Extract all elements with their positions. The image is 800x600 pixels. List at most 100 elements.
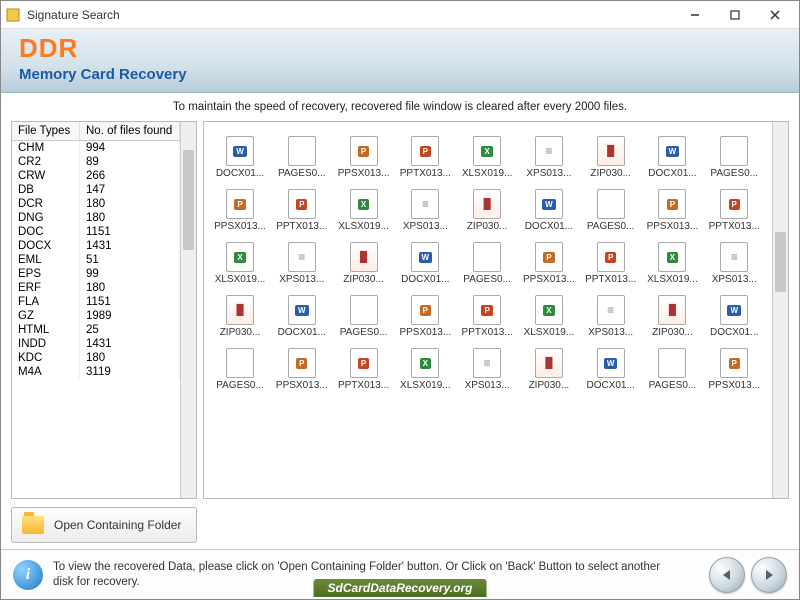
file-item[interactable]: PAGES0... [336,295,392,338]
table-row[interactable]: HTML25 [12,323,180,337]
file-item[interactable]: XLSX019... [644,242,700,285]
file-item[interactable]: ZIP030... [644,295,700,338]
maximize-button[interactable] [715,3,755,27]
scrollbar-thumb[interactable] [775,232,786,292]
file-label: PPTX013... [338,380,389,391]
file-item[interactable]: ZIP030... [212,295,268,338]
table-row[interactable]: EML51 [12,253,180,267]
file-item[interactable]: ZIP030... [459,189,515,232]
file-item[interactable]: DOCX01... [397,242,453,285]
table-row[interactable]: DNG180 [12,211,180,225]
table-row[interactable]: CHM994 [12,141,180,155]
table-row[interactable]: DOC1151 [12,225,180,239]
header-file-types[interactable]: File Types [12,122,80,140]
file-item[interactable]: PPSX013... [397,295,453,338]
file-icon [720,295,748,325]
file-item[interactable]: PPSX013... [644,189,700,232]
file-item[interactable]: ZIP030... [336,242,392,285]
files-grid: DOCX01...PAGES0...PPSX013...PPTX013...XL… [212,136,764,391]
right-scrollbar[interactable] [772,122,788,498]
back-button[interactable] [709,557,745,593]
table-row[interactable]: DOCX1431 [12,239,180,253]
file-label: PPSX013... [338,168,390,179]
file-item[interactable]: ZIP030... [583,136,639,179]
table-row[interactable]: EPS99 [12,267,180,281]
file-icon [473,242,501,272]
cell-file-type: KDC [12,351,80,365]
file-item[interactable]: DOCX01... [583,348,639,391]
file-label: PAGES0... [216,380,264,391]
file-icon [226,136,254,166]
file-item[interactable]: PPTX013... [274,189,330,232]
minimize-button[interactable] [675,3,715,27]
file-item[interactable]: PAGES0... [459,242,515,285]
file-item[interactable]: XPS013... [459,348,515,391]
header-count[interactable]: No. of files found [80,122,180,140]
file-item[interactable]: PPSX013... [521,242,577,285]
table-row[interactable]: KDC180 [12,351,180,365]
cell-count: 3119 [80,365,180,379]
table-row[interactable]: CR289 [12,155,180,169]
file-label: XLSX019... [647,274,698,285]
table-row[interactable]: INDD1431 [12,337,180,351]
left-scrollbar[interactable] [180,122,196,498]
table-row[interactable]: M4A3119 [12,365,180,379]
file-item[interactable]: XPS013... [583,295,639,338]
file-label: DOCX01... [710,327,758,338]
file-item[interactable]: PPSX013... [274,348,330,391]
file-item[interactable]: DOCX01... [644,136,700,179]
close-button[interactable] [755,3,795,27]
file-item[interactable]: PPTX013... [336,348,392,391]
file-item[interactable]: PAGES0... [644,348,700,391]
file-item[interactable]: XPS013... [521,136,577,179]
table-row[interactable]: ERF180 [12,281,180,295]
cell-count: 1151 [80,295,180,309]
file-label: XPS013... [465,380,510,391]
file-item[interactable]: PAGES0... [212,348,268,391]
file-item[interactable]: XLSX019... [336,189,392,232]
file-item[interactable]: PPTX013... [583,242,639,285]
cell-file-type: ERF [12,281,80,295]
file-item[interactable]: PAGES0... [583,189,639,232]
cell-count: 180 [80,351,180,365]
titlebar: Signature Search [1,1,799,29]
table-row[interactable]: DB147 [12,183,180,197]
file-icon [288,136,316,166]
file-item[interactable]: XLSX019... [521,295,577,338]
file-item[interactable]: ZIP030... [521,348,577,391]
file-item[interactable]: DOCX01... [521,189,577,232]
file-item[interactable]: PPTX013... [706,189,762,232]
file-icon [720,136,748,166]
file-item[interactable]: PAGES0... [706,136,762,179]
table-row[interactable]: GZ1989 [12,309,180,323]
forward-button[interactable] [751,557,787,593]
cell-file-type: M4A [12,365,80,379]
file-item[interactable]: XLSX019... [397,348,453,391]
table-row[interactable]: CRW266 [12,169,180,183]
file-item[interactable]: XLSX019... [459,136,515,179]
file-item[interactable]: PPTX013... [397,136,453,179]
file-item[interactable]: PPTX013... [459,295,515,338]
file-item[interactable]: PPSX013... [336,136,392,179]
file-label: PPTX013... [462,327,513,338]
file-item[interactable]: XLSX019... [212,242,268,285]
file-item[interactable]: DOCX01... [212,136,268,179]
file-item[interactable]: PAGES0... [274,136,330,179]
table-row[interactable]: DCR180 [12,197,180,211]
file-item[interactable]: XPS013... [706,242,762,285]
file-item[interactable]: XPS013... [397,189,453,232]
file-item[interactable]: XPS013... [274,242,330,285]
app-icon [5,7,21,23]
file-item[interactable]: PPSX013... [706,348,762,391]
open-containing-folder-button[interactable]: Open Containing Folder [11,507,197,543]
table-row[interactable]: FLA1151 [12,295,180,309]
file-item[interactable]: DOCX01... [274,295,330,338]
file-types-panel: File Types No. of files found CHM994CR28… [11,121,197,499]
file-label: PPSX013... [399,327,451,338]
file-item[interactable]: PPSX013... [212,189,268,232]
file-icon [597,136,625,166]
file-item[interactable]: DOCX01... [706,295,762,338]
cell-file-type: EML [12,253,80,267]
cell-count: 25 [80,323,180,337]
scrollbar-thumb[interactable] [183,150,194,250]
